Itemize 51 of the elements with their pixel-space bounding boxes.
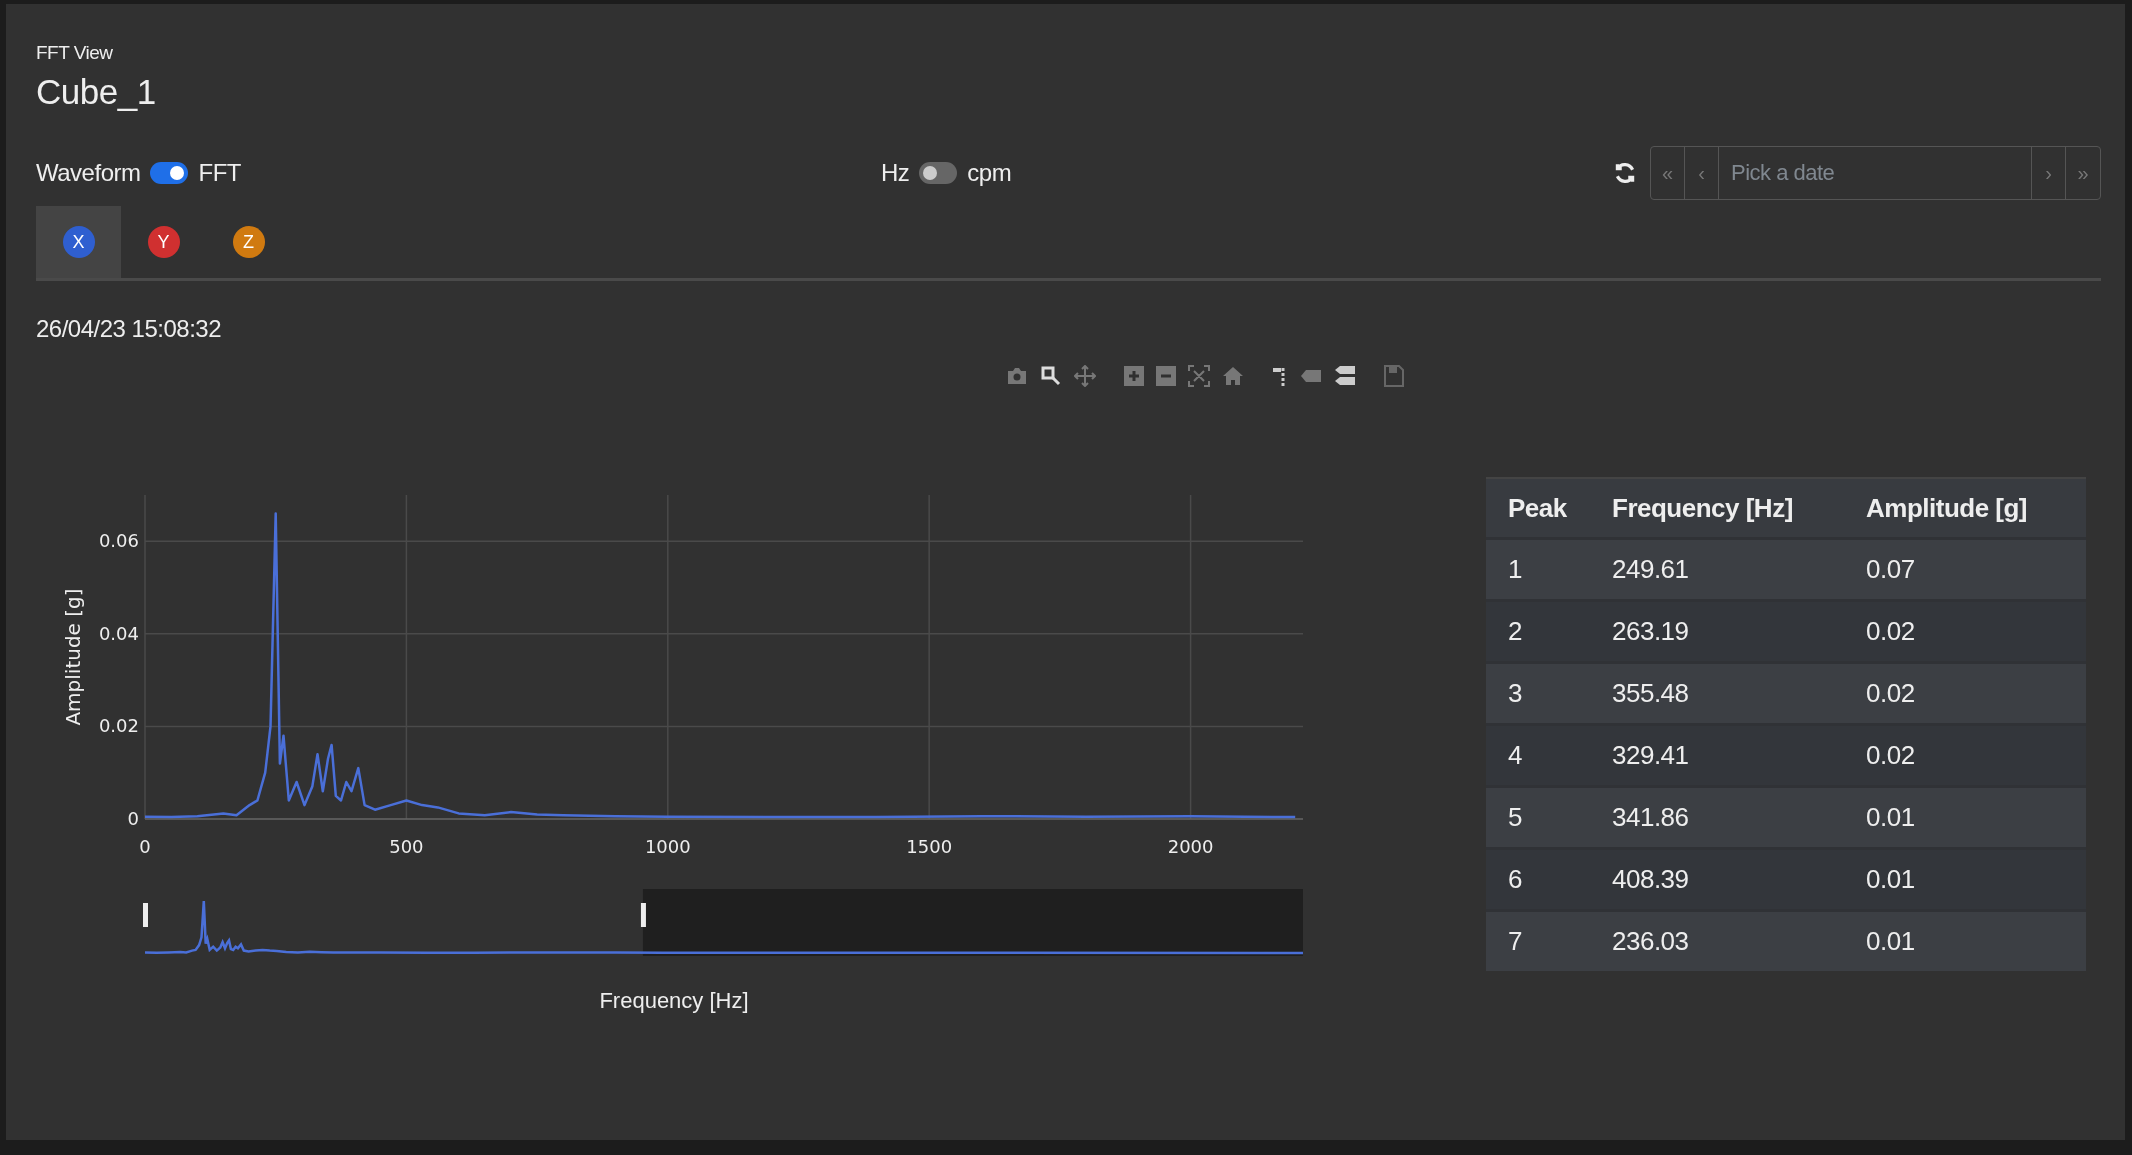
toggle-label: cpm bbox=[967, 159, 1012, 187]
table-cell: 236.03 bbox=[1590, 910, 1844, 971]
toggle-label: Waveform bbox=[36, 159, 141, 187]
minus-square-icon[interactable] bbox=[1156, 366, 1176, 386]
house-icon[interactable] bbox=[1222, 366, 1244, 386]
frame-icon[interactable] bbox=[1188, 365, 1210, 387]
view-subtitle: FFT View bbox=[36, 42, 114, 64]
y-axis-title: Amplitude [g] bbox=[61, 588, 85, 726]
axis-tab[interactable]: X bbox=[36, 206, 121, 278]
column-header: Amplitude [g] bbox=[1844, 478, 2086, 539]
magnifier-icon[interactable] bbox=[1040, 365, 1062, 387]
date-field[interactable]: Pick a date bbox=[1719, 159, 2021, 187]
first-button[interactable]: « bbox=[1651, 147, 1685, 199]
camera-icon[interactable] bbox=[1006, 366, 1028, 386]
date-picker[interactable]: « ‹ Pick a date › » bbox=[1650, 146, 2101, 200]
tag-icon[interactable] bbox=[1300, 369, 1322, 383]
toggle-label: Hz bbox=[880, 159, 910, 187]
axis-badge: X bbox=[62, 226, 95, 258]
last-button[interactable]: » bbox=[2066, 147, 2100, 199]
axis-tab[interactable]: Y bbox=[121, 206, 206, 278]
axis-badge: Y bbox=[147, 226, 180, 258]
x-tick-label: 500 bbox=[389, 836, 424, 857]
y-tick-label: 0.06 bbox=[98, 530, 139, 552]
timestamp: 26/04/23 15:08:32 bbox=[36, 315, 222, 343]
toggle-switch[interactable] bbox=[150, 162, 189, 184]
x-tick-label: 0 bbox=[139, 836, 151, 857]
spike-icon[interactable] bbox=[1272, 365, 1288, 387]
x-tick-label: 2000 bbox=[1167, 836, 1214, 857]
axis-tab[interactable]: Z bbox=[206, 206, 291, 278]
plus-square-icon[interactable] bbox=[1124, 366, 1144, 386]
x-axis-title: Frequency [Hz] bbox=[599, 988, 749, 1013]
y-tick-label: 0.04 bbox=[98, 622, 139, 644]
double-tag-icon[interactable] bbox=[1334, 365, 1356, 387]
table-cell: 7 bbox=[1486, 910, 1590, 971]
column-header: Frequency [Hz] bbox=[1590, 478, 1844, 539]
table-cell: 0.01 bbox=[1844, 910, 2086, 971]
x-tick-label: 1500 bbox=[906, 836, 953, 857]
axis-badge: Z bbox=[232, 226, 265, 258]
toggle-switch[interactable] bbox=[919, 162, 958, 184]
toggle-label: FFT bbox=[198, 159, 241, 187]
range-handle[interactable] bbox=[143, 903, 148, 927]
previous-button[interactable]: ‹ bbox=[1685, 147, 1719, 199]
y-tick-label: 0.02 bbox=[98, 715, 139, 737]
x-tick-label: 1000 bbox=[644, 836, 691, 857]
range-handle[interactable] bbox=[640, 903, 646, 927]
cross-arrows-icon[interactable] bbox=[1074, 365, 1096, 387]
next-button[interactable]: › bbox=[2032, 147, 2066, 199]
column-header: Peak bbox=[1486, 478, 1590, 539]
device-title: Cube_1 bbox=[36, 72, 157, 112]
range-slider[interactable] bbox=[145, 889, 1303, 956]
y-tick-label: 0 bbox=[127, 808, 139, 829]
